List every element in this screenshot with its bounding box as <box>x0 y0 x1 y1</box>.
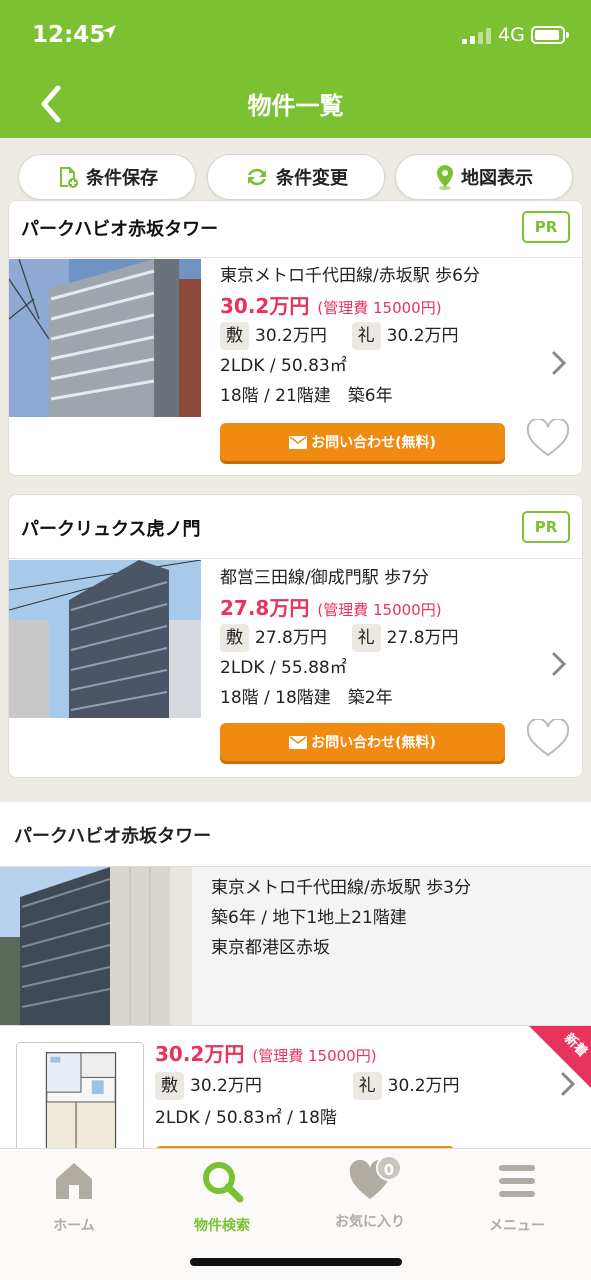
layout-area-floor: 2LDK / 50.83㎡ / 18階 <box>155 1108 337 1128</box>
hamburger-menu-icon <box>499 1165 535 1197</box>
search-icon <box>203 1162 244 1203</box>
building-summary[interactable]: 東京メトロ千代田線/赤坂駅 歩3分 築6年 / 地下1地上21階建 東京都港区赤… <box>0 867 591 1025</box>
save-conditions-button[interactable]: 条件保存 <box>18 154 196 200</box>
building-section[interactable]: パークハビオ赤坂タワー 東京メトロ千代田線/赤坂駅 歩3分 築6年 / 地下1地… <box>0 802 591 1160</box>
inquiry-button[interactable]: お問い合わせ(無料) <box>220 723 505 761</box>
management-fee: (管理費 15000円) <box>252 1047 377 1065</box>
management-fee: (管理費 15000円) <box>317 601 442 619</box>
save-conditions-label: 条件保存 <box>86 168 158 189</box>
status-bar: 12:45 4G <box>0 0 591 72</box>
access-text: 東京メトロ千代田線/赤坂駅 歩3分 <box>211 878 471 898</box>
listing-name: パークハビオ赤坂タワー <box>21 219 219 240</box>
location-arrow-icon <box>102 25 116 39</box>
rent-price: 27.8万円 <box>220 596 310 620</box>
mail-icon <box>289 735 308 749</box>
pr-badge: PR <box>522 211 570 243</box>
map-pin-icon <box>437 165 453 190</box>
save-doc-icon <box>60 167 78 188</box>
layout-area: 2LDK / 55.88㎡ <box>220 658 347 678</box>
chevron-right-icon[interactable] <box>550 349 568 377</box>
deposit-label: 敷 <box>220 624 249 652</box>
key-money-label: 礼 <box>352 1072 382 1100</box>
favorite-heart-icon[interactable] <box>526 419 570 459</box>
change-conditions-button[interactable]: 条件変更 <box>207 154 385 200</box>
home-icon <box>56 1163 92 1199</box>
room-row[interactable]: 30.2万円 (管理費 15000円) 敷 30.2万円 礼 30.2万円 2LDK … <box>0 1025 591 1160</box>
battery-icon <box>531 26 569 44</box>
building-info: 東京メトロ千代田線/赤坂駅 歩3分 築6年 / 地下1地上21階建 東京都港区赤… <box>211 873 471 963</box>
tab-search-label: 物件検索 <box>194 1218 250 1234</box>
listing-info: 都営三田線/御成門駅 歩7分 27.8万円 (管理費 15000円) 敷 27.8万… <box>220 563 540 713</box>
key-money-label: 礼 <box>351 322 381 350</box>
floor-age: 18階 / 18階建 築2年 <box>220 688 393 708</box>
deposit-value: 27.8万円 <box>255 628 327 648</box>
deposit-value: 30.2万円 <box>190 1076 262 1096</box>
mail-icon <box>289 435 308 449</box>
listing-card[interactable]: パークハビオ赤坂タワー PR 東京メトロ千代田線/赤坂駅 歩6分 30.2万円 (… <box>8 200 583 476</box>
building-photo <box>9 560 201 718</box>
pr-badge: PR <box>522 511 570 543</box>
deposit-value: 30.2万円 <box>255 326 327 346</box>
management-fee: (管理費 15000円) <box>317 299 442 317</box>
listing-card[interactable]: パークリュクス虎ノ門 PR 都営三田線/御成門駅 歩7分 27.8万円 (管理費 … <box>8 494 583 778</box>
tab-favorites-label: お気に入り <box>335 1214 405 1230</box>
access-text: 東京メトロ千代田線/赤坂駅 歩6分 <box>220 266 480 286</box>
divider <box>9 558 582 559</box>
key-money-value: 30.2万円 <box>387 1076 460 1096</box>
deposit-label: 敷 <box>220 322 249 350</box>
floor-age: 18階 / 21階建 築6年 <box>220 386 393 406</box>
layout-area: 2LDK / 50.83㎡ <box>220 356 347 376</box>
address-text: 東京都港区赤坂 <box>211 938 330 958</box>
deposit-label: 敷 <box>155 1072 184 1100</box>
key-money-label: 礼 <box>351 624 381 652</box>
tab-home-label: ホーム <box>53 1218 95 1234</box>
divider <box>9 257 582 258</box>
network-label: 4G <box>498 24 525 46</box>
tab-menu[interactable]: メニュー <box>443 1159 591 1235</box>
tab-menu-label: メニュー <box>489 1218 545 1234</box>
tab-home[interactable]: ホーム <box>0 1159 148 1235</box>
tab-search[interactable]: 物件検索 <box>148 1159 296 1235</box>
app-header: 12:45 4G 物件一覧 <box>0 0 591 138</box>
status-time: 12:45 <box>32 22 106 48</box>
chevron-right-icon[interactable] <box>550 650 568 678</box>
rent-price: 30.2万円 <box>155 1042 245 1066</box>
inquiry-button[interactable]: お問い合わせ(無料) <box>220 423 505 461</box>
listing-info: 東京メトロ千代田線/赤坂駅 歩6分 30.2万円 (管理費 15000円) 敷 30… <box>220 261 540 411</box>
age-floors: 築6年 / 地下1地上21階建 <box>211 908 407 928</box>
building-photo <box>9 259 201 417</box>
chevron-right-icon[interactable] <box>559 1070 577 1098</box>
page-title: 物件一覧 <box>247 92 344 120</box>
tab-favorites[interactable]: 0 お気に入り <box>296 1155 444 1231</box>
map-view-label: 地図表示 <box>461 168 533 189</box>
access-text: 都営三田線/御成門駅 歩7分 <box>220 568 429 588</box>
favorite-heart-icon[interactable] <box>526 719 570 759</box>
building-name: パークハビオ赤坂タワー <box>14 826 212 847</box>
floorplan-image <box>16 1042 144 1158</box>
key-money-value: 30.2万円 <box>386 326 459 346</box>
refresh-icon <box>248 168 266 186</box>
home-indicator <box>190 1258 402 1266</box>
rent-price: 30.2万円 <box>220 294 310 318</box>
key-money-value: 27.8万円 <box>386 628 459 648</box>
room-info: 30.2万円 (管理費 15000円) 敷 30.2万円 礼 30.2万円 2LDK … <box>155 1038 460 1134</box>
map-view-button[interactable]: 地図表示 <box>395 154 573 200</box>
listing-name: パークリュクス虎ノ門 <box>21 519 201 540</box>
signal-icon <box>462 28 492 44</box>
change-conditions-label: 条件変更 <box>276 168 348 189</box>
building-photo <box>0 867 192 1025</box>
inquiry-label: お問い合わせ(無料) <box>311 735 436 751</box>
inquiry-label: お問い合わせ(無料) <box>311 435 436 451</box>
favorites-count-badge: 0 <box>376 1155 402 1181</box>
